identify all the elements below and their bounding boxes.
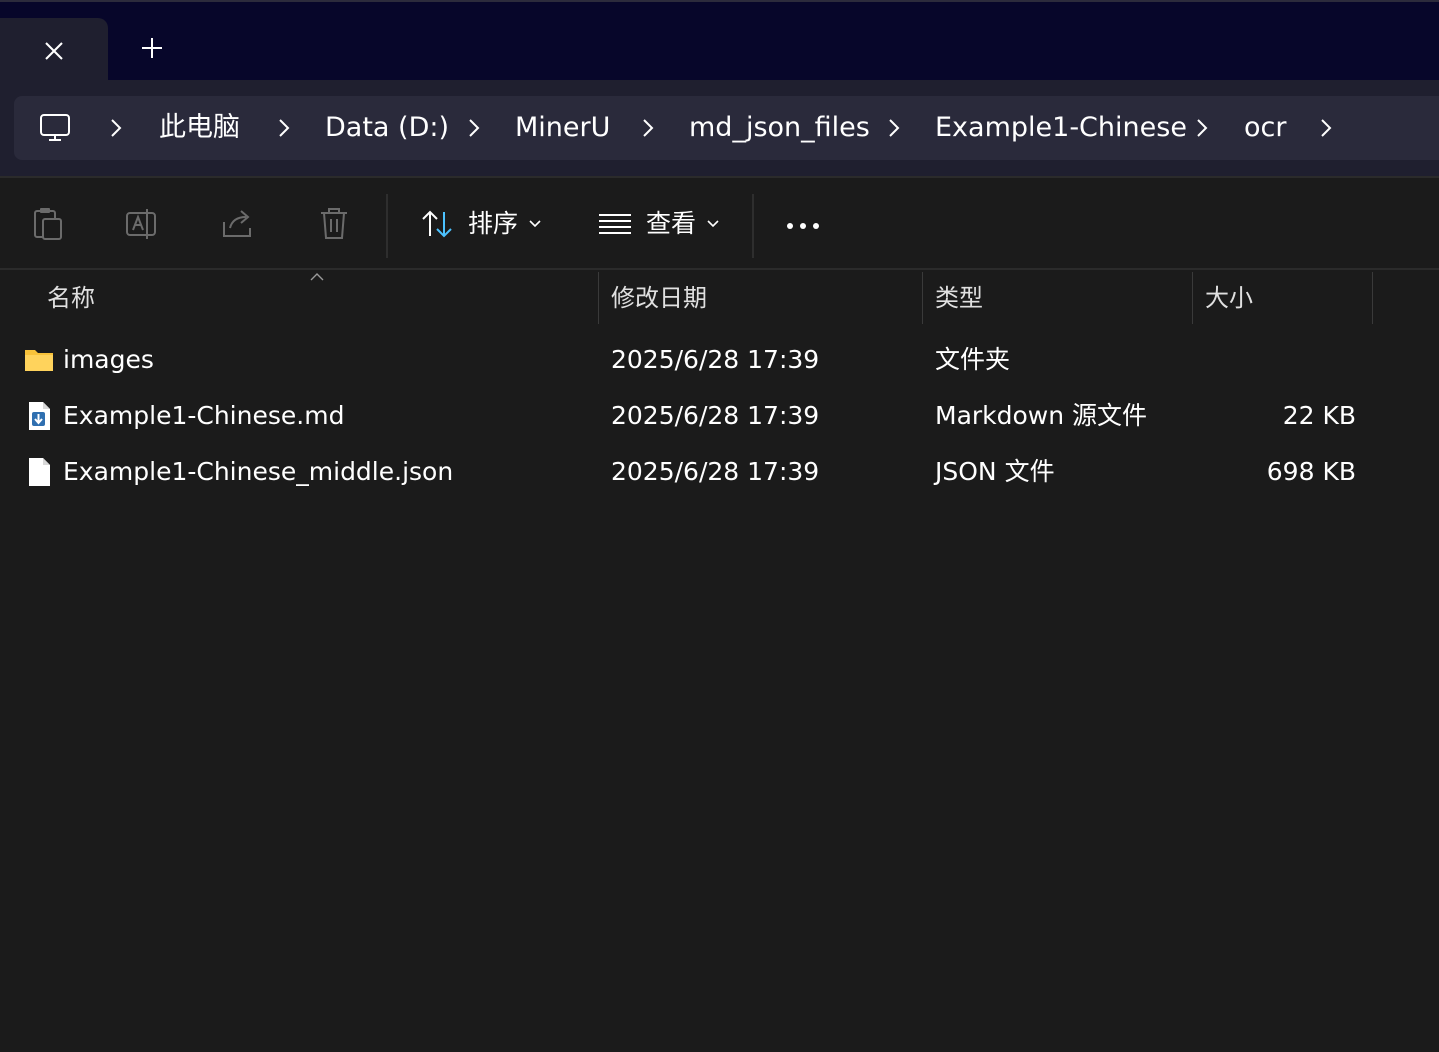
breadcrumb-item-example1-chinese[interactable]: Example1-Chinese — [935, 96, 1187, 160]
file-modified: 2025/6/28 17:39 — [611, 457, 820, 486]
chevron-right-icon[interactable] — [104, 116, 128, 140]
column-header-size[interactable]: 大小 — [1205, 272, 1253, 324]
more-options-button[interactable] — [776, 204, 832, 248]
title-bar — [0, 0, 1439, 84]
sort-button[interactable]: 排序 — [410, 196, 560, 252]
column-divider[interactable] — [598, 272, 599, 324]
breadcrumb-item-drive[interactable]: Data (D:) — [325, 96, 449, 160]
trash-icon[interactable] — [316, 206, 352, 242]
breadcrumb-item-mineru[interactable]: MinerU — [515, 96, 610, 160]
column-divider[interactable] — [1192, 272, 1193, 324]
file-name: Example1-Chinese.md — [63, 401, 345, 430]
computer-icon[interactable] — [39, 112, 71, 144]
file-modified: 2025/6/28 17:39 — [611, 401, 820, 430]
chevron-down-icon — [707, 220, 719, 228]
toolbar-separator — [752, 194, 754, 258]
chevron-right-icon[interactable] — [272, 116, 296, 140]
file-row[interactable]: Example1-Chinese_middle.json 2025/6/28 1… — [0, 444, 1439, 500]
column-header-modified[interactable]: 修改日期 — [611, 272, 707, 324]
file-type: Markdown 源文件 — [935, 401, 1148, 430]
plus-icon — [142, 38, 162, 58]
file-size: 22 KB — [1282, 401, 1356, 430]
tab-close-button[interactable] — [0, 18, 108, 84]
chevron-right-icon[interactable] — [636, 116, 660, 140]
breadcrumb-item-ocr[interactable]: ocr — [1244, 96, 1286, 160]
chevron-right-icon[interactable] — [1314, 116, 1338, 140]
document-file-icon — [29, 458, 50, 486]
chevron-right-icon[interactable] — [462, 116, 486, 140]
column-divider[interactable] — [1372, 272, 1373, 324]
file-modified: 2025/6/28 17:39 — [611, 345, 820, 374]
file-type: JSON 文件 — [935, 457, 1055, 486]
chevron-right-icon[interactable] — [882, 116, 906, 140]
list-view-icon — [599, 214, 631, 234]
command-bar: 排序 查看 — [0, 178, 1439, 270]
folder-icon — [25, 350, 53, 371]
sort-label: 排序 — [468, 209, 519, 238]
breadcrumb-item-md-json-files[interactable]: md_json_files — [689, 96, 870, 160]
file-row[interactable]: images 2025/6/28 17:39 文件夹 — [0, 332, 1439, 388]
view-button[interactable]: 查看 — [590, 196, 730, 252]
sort-ascending-indicator-icon — [310, 273, 324, 281]
paste-icon[interactable] — [30, 206, 66, 242]
file-name: Example1-Chinese_middle.json — [63, 457, 454, 486]
column-header-row: 名称 修改日期 类型 大小 — [0, 272, 1439, 324]
file-size: 698 KB — [1266, 457, 1356, 486]
breadcrumb-item-this-pc[interactable]: 此电脑 — [159, 96, 240, 160]
rename-icon[interactable] — [125, 206, 161, 242]
view-label: 查看 — [646, 209, 697, 238]
column-header-name[interactable]: 名称 — [47, 272, 95, 324]
markdown-file-icon — [29, 402, 50, 430]
new-tab-button[interactable] — [118, 18, 186, 78]
toolbar-separator — [386, 194, 388, 258]
address-bar-area: 此电脑 Data (D:) MinerU md_json_files Examp… — [0, 80, 1439, 176]
breadcrumb[interactable]: 此电脑 Data (D:) MinerU md_json_files Examp… — [14, 96, 1439, 160]
file-type: 文件夹 — [935, 345, 1011, 374]
sort-arrows-icon — [422, 210, 452, 238]
file-name: images — [63, 345, 154, 374]
column-header-type[interactable]: 类型 — [935, 272, 983, 324]
more-icon — [787, 223, 819, 229]
share-icon[interactable] — [220, 206, 256, 242]
file-row[interactable]: Example1-Chinese.md 2025/6/28 17:39 Mark… — [0, 388, 1439, 444]
chevron-right-icon[interactable] — [1190, 116, 1214, 140]
column-divider[interactable] — [922, 272, 923, 324]
close-icon — [45, 42, 63, 60]
chevron-down-icon — [529, 220, 541, 228]
